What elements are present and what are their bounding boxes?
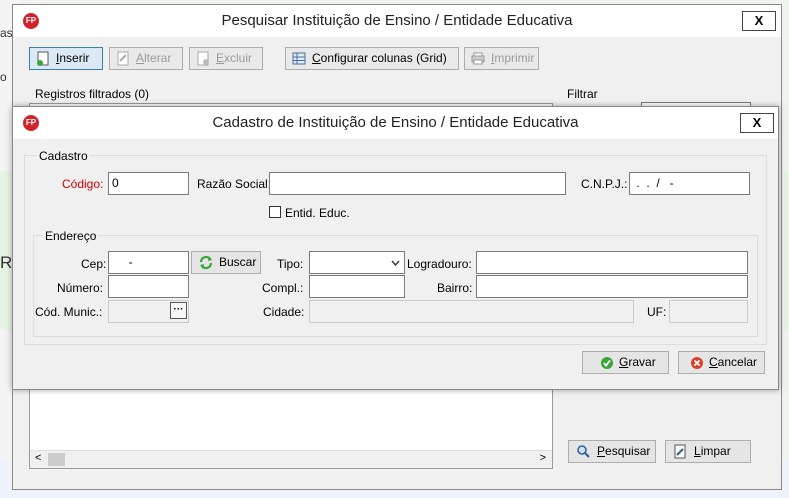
cancelar-button[interactable]: Cancelar — [678, 351, 765, 374]
cidade-label: Cidade: — [263, 305, 305, 319]
edit-document-icon — [117, 51, 129, 66]
inserir-button[interactable]: Inserir — [29, 47, 103, 70]
cidade-input — [309, 300, 634, 323]
alterar-button[interactable]: Alterar — [109, 47, 183, 70]
cadastro-group-label: Cadastro — [37, 149, 90, 163]
scroll-right-icon[interactable]: > — [540, 452, 546, 464]
cadastro-dialog-titlebar: FP Cadastro de Instituição de Ensino / E… — [13, 107, 778, 139]
razao-social-label: Razão Social: — [197, 177, 272, 191]
cod-munic-label: Cód. Munic.: — [35, 305, 103, 319]
buscar-button[interactable]: Buscar — [191, 251, 261, 274]
background-text: R — [0, 253, 13, 272]
cnpj-input[interactable]: . . / - — [629, 172, 750, 195]
gravar-button[interactable]: Gravar — [582, 351, 669, 374]
search-window-title: Pesquisar Instituição de Ensino / Entida… — [221, 12, 573, 29]
check-icon — [601, 357, 613, 369]
limpar-button[interactable]: Limpar — [665, 440, 751, 463]
filter-label: Filtrar — [567, 87, 598, 101]
lookup-button[interactable]: ··· — [170, 302, 187, 319]
entid-educ-checkbox[interactable] — [269, 206, 281, 218]
close-button[interactable]: X — [742, 11, 776, 31]
cep-input[interactable]: - — [108, 251, 189, 274]
magnifier-icon — [577, 445, 590, 458]
bairro-label: Bairro: — [437, 281, 473, 295]
records-count-label: Registros filtrados (0) — [35, 87, 150, 101]
search-window-titlebar: FP Pesquisar Instituição de Ensino / Ent… — [13, 5, 781, 37]
chevron-down-icon — [391, 260, 400, 266]
configurar-colunas-button[interactable]: Configurar colunas (Grid) — [285, 47, 459, 70]
printer-icon — [471, 52, 485, 65]
cod-munic-input[interactable]: ··· — [108, 300, 189, 323]
tipo-label: Tipo: — [277, 257, 304, 271]
codigo-input[interactable]: 0 — [108, 172, 189, 195]
cancel-icon — [691, 357, 703, 369]
uf-input — [669, 300, 748, 323]
clear-document-icon — [674, 444, 686, 459]
grid-columns-icon — [292, 52, 306, 65]
entid-educ-label: Entid. Educ. — [285, 206, 350, 220]
cadastro-dialog-title: Cadastro de Instituição de Ensino / Enti… — [212, 114, 579, 131]
scrollbar-thumb[interactable] — [48, 453, 65, 466]
background-text: o — [0, 70, 7, 84]
delete-document-icon — [197, 51, 209, 66]
endereco-group-label: Endereço — [43, 229, 99, 243]
codigo-label: Código: — [62, 177, 104, 191]
new-document-icon — [37, 51, 49, 66]
cep-label: Cep: — [81, 257, 107, 271]
compl-label: Compl.: — [262, 281, 304, 295]
bairro-input[interactable] — [476, 275, 748, 298]
background-text: as — [0, 26, 13, 40]
cadastro-dialog: FP Cadastro de Instituição de Ensino / E… — [12, 106, 779, 390]
excluir-button[interactable]: Excluir — [189, 47, 263, 70]
numero-input[interactable] — [108, 275, 189, 298]
razao-social-input[interactable] — [269, 172, 566, 195]
logradouro-input[interactable] — [476, 251, 748, 274]
numero-label: Número: — [57, 281, 104, 295]
compl-input[interactable] — [309, 275, 405, 298]
tipo-select[interactable] — [309, 251, 405, 274]
imprimir-button[interactable]: Imprimir — [464, 47, 539, 70]
close-button[interactable]: X — [740, 113, 774, 133]
scroll-left-icon[interactable]: < — [35, 452, 41, 464]
horizontal-scrollbar[interactable]: < > — [30, 450, 552, 468]
logradouro-label: Logradouro: — [407, 257, 472, 271]
uf-label: UF: — [647, 305, 667, 319]
cnpj-label: C.N.P.J.: — [581, 177, 628, 191]
pesquisar-button[interactable]: Pesquisar — [568, 440, 656, 463]
refresh-icon — [199, 255, 213, 270]
